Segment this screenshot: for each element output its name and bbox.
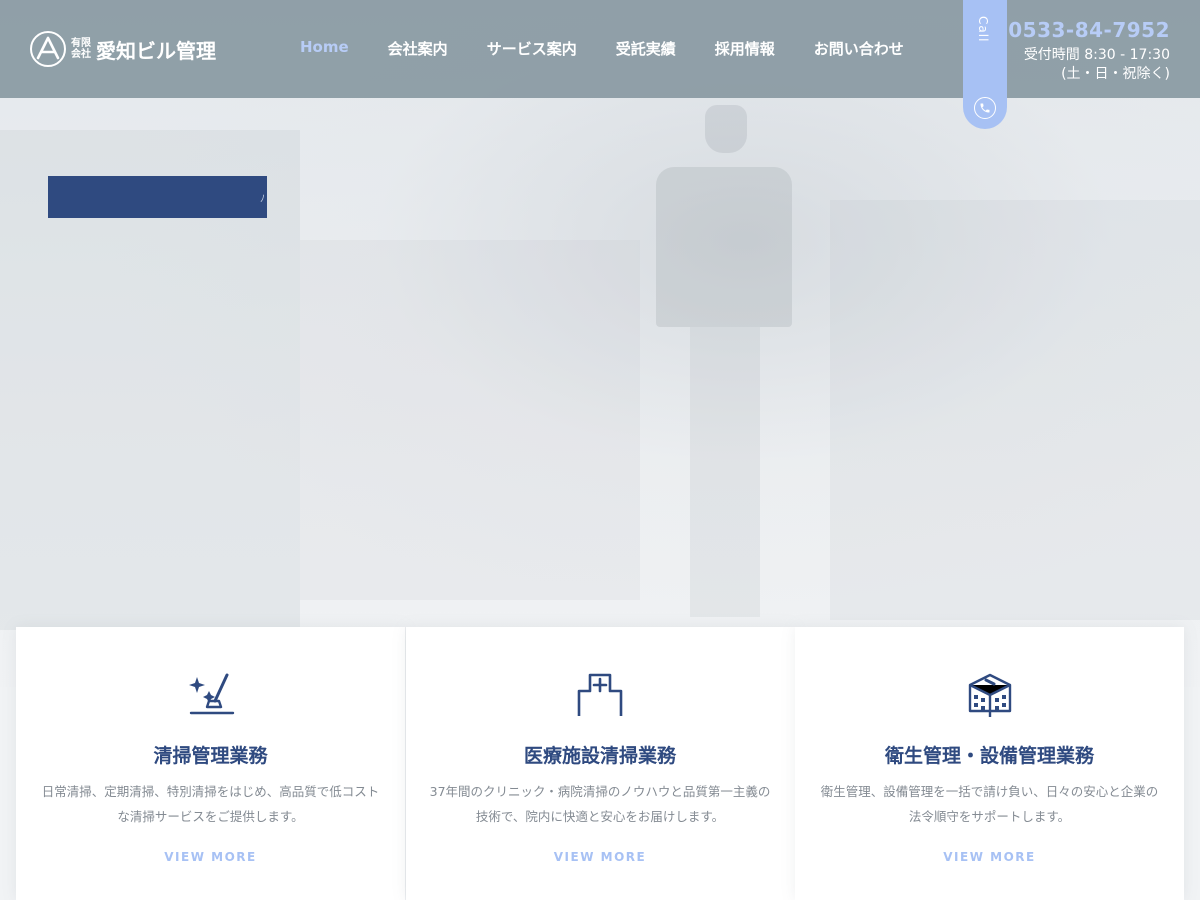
card-title: 衛生管理・設備管理業務 xyxy=(884,745,1094,767)
card-description: 37年間のクリニック・病院清掃のノウハウと品質第一主義の技術で、院内に快適と安心… xyxy=(429,784,771,824)
hero-worker-silhouette xyxy=(650,105,800,625)
hero-section: ﾉ xyxy=(0,0,1200,687)
service-card-hygiene-facility[interactable]: 衛生管理・設備管理業務 衛生管理、設備管理を一括で請け負い、日々の安心と企業の法… xyxy=(795,627,1184,900)
site-logo[interactable]: 有限 会社 愛知ビル管理 xyxy=(30,31,216,67)
logo-company-type: 有限 会社 xyxy=(71,38,91,60)
nav-item-contact[interactable]: お問い合わせ xyxy=(814,38,904,59)
nav-item-results[interactable]: 受託実績 xyxy=(616,38,676,59)
phone-number-link[interactable]: 0533-84-7952 xyxy=(1008,18,1170,42)
business-hours: 受付時間 8:30 - 17:30 xyxy=(1023,47,1170,63)
main-nav: Home 会社案内 サービス案内 受託実績 採用情報 お問い合わせ xyxy=(300,38,904,59)
nav-item-services[interactable]: サービス案内 xyxy=(487,38,577,59)
logo-small-line2: 会社 xyxy=(71,49,91,60)
card-description: 日常清掃、定期清掃、特別清掃をはじめ、高品質で低コストな清掃サービスをご提供しま… xyxy=(41,784,380,824)
logo-emblem-icon xyxy=(30,31,66,67)
building-maintenance-icon xyxy=(966,671,1014,719)
hospital-icon xyxy=(576,671,624,719)
cleaning-icon xyxy=(187,671,235,719)
phone-icon[interactable] xyxy=(974,97,996,119)
card-title: 医療施設清掃業務 xyxy=(523,745,676,767)
call-tab[interactable]: Call xyxy=(963,0,1007,129)
hero-background-shape xyxy=(830,200,1200,620)
hero-banner: ﾉ xyxy=(48,176,267,218)
logo-small-line1: 有限 xyxy=(71,38,91,49)
nav-item-home[interactable]: Home xyxy=(300,38,349,59)
banner-mark-icon: ﾉ xyxy=(260,194,265,205)
site-header: 有限 会社 愛知ビル管理 Home 会社案内 サービス案内 受託実績 採用情報 … xyxy=(0,0,1200,129)
service-cards: 清掃管理業務 日常清掃、定期清掃、特別清掃をはじめ、高品質で低コストな清掃サービ… xyxy=(16,627,1184,900)
nav-item-recruit[interactable]: 採用情報 xyxy=(715,38,775,59)
contact-info: 0533-84-7952 受付時間 8:30 - 17:30 (土・日・祝除く) xyxy=(1008,18,1170,84)
call-label: Call xyxy=(976,16,990,43)
logo-company-name: 愛知ビル管理 xyxy=(96,38,216,63)
card-title: 清掃管理業務 xyxy=(153,745,268,767)
view-more-link[interactable]: VIEW MORE xyxy=(406,850,795,864)
card-description: 衛生管理、設備管理を一括で請け負い、日々の安心と企業の法令順守をサポートします。 xyxy=(820,784,1159,824)
view-more-link[interactable]: VIEW MORE xyxy=(16,850,405,864)
view-more-link[interactable]: VIEW MORE xyxy=(795,850,1184,864)
closed-days: (土・日・祝除く) xyxy=(1061,66,1170,82)
service-card-medical[interactable]: 医療施設清掃業務 37年間のクリニック・病院清掃のノウハウと品質第一主義の技術で… xyxy=(405,627,795,900)
service-card-cleaning[interactable]: 清掃管理業務 日常清掃、定期清掃、特別清掃をはじめ、高品質で低コストな清掃サービ… xyxy=(16,627,405,900)
nav-item-company[interactable]: 会社案内 xyxy=(388,38,448,59)
hero-background-shape xyxy=(300,240,640,600)
